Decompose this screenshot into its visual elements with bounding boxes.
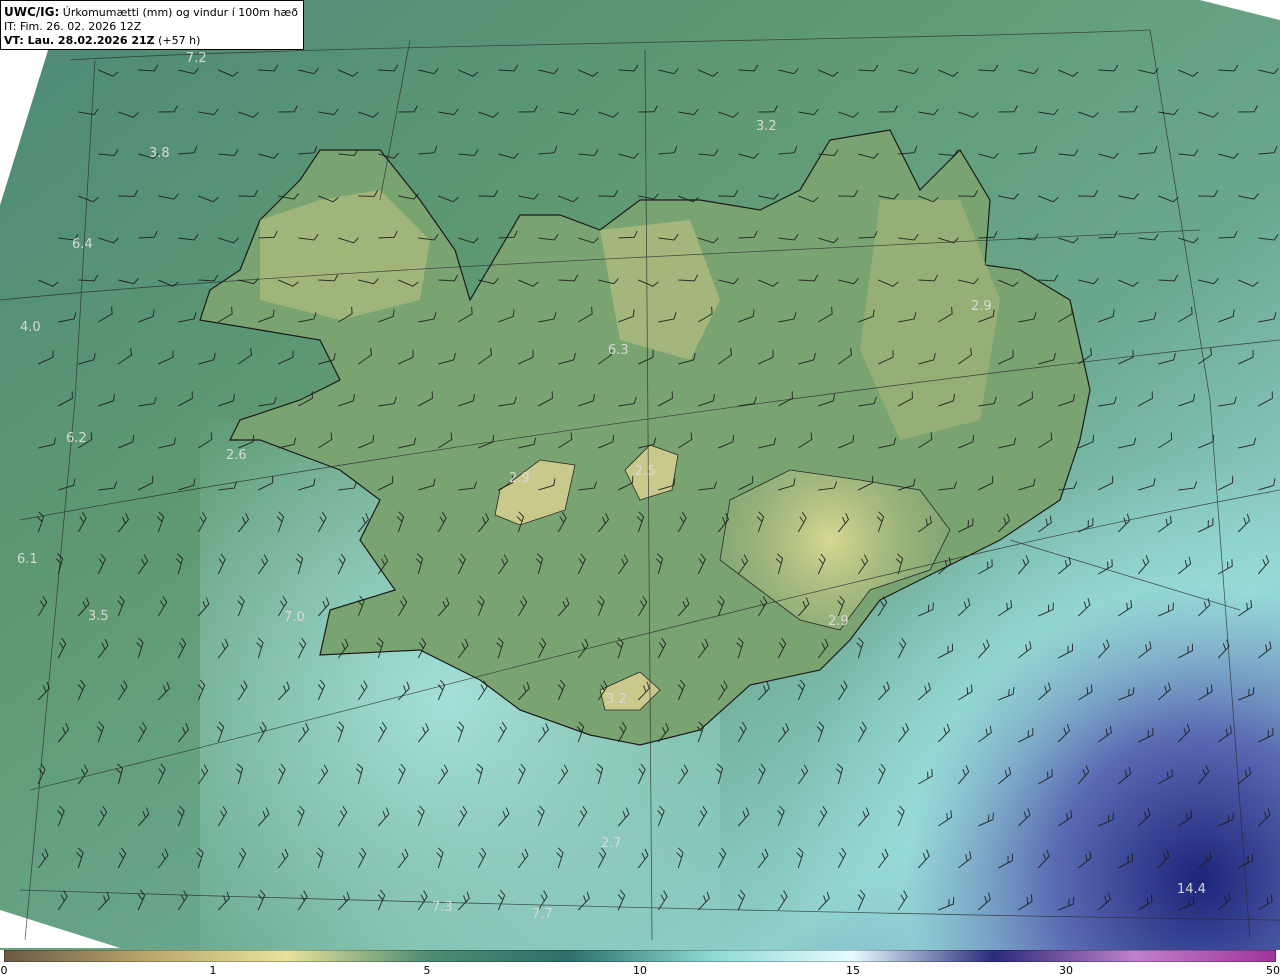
valid-time-line: VT: Lau. 28.02.2026 21Z (+57 h) [4, 34, 300, 48]
precip-value-label: 6.4 [72, 237, 93, 252]
precip-value-label: 7.7 [532, 907, 553, 922]
precip-value-label: 2.9 [509, 471, 530, 486]
precip-value-label: 6.3 [608, 343, 629, 358]
colorbar: 0 1 5 10 15 30 50 [0, 950, 1280, 978]
precip-value-label: 3.5 [88, 609, 109, 624]
precip-value-label: 14.4 [1177, 882, 1206, 897]
precip-value-label: 2.7 [601, 836, 622, 851]
colorbar-tick-label: 5 [423, 964, 431, 977]
colorbar-tick-label: 10 [633, 964, 647, 977]
lead-time: (+57 h) [158, 34, 201, 47]
precip-value-label: 7.2 [186, 51, 207, 66]
precip-value-label: 3.8 [149, 146, 170, 161]
init-time: IT: Fim. 26. 02. 2026 12Z [4, 20, 142, 33]
precip-value-label: 4.0 [20, 320, 41, 335]
precip-value-label: 7.3 [432, 900, 453, 915]
colorbar-strip [4, 950, 1276, 962]
precip-value-label: 3.2 [756, 119, 777, 134]
precip-value-label: 2.6 [226, 448, 247, 463]
map-title-box: UWC/IG: Úrkomumætti (mm) og vindur í 100… [0, 0, 304, 50]
colorbar-tick-label: 1 [209, 964, 217, 977]
precip-value-label: 2.9 [971, 299, 992, 314]
precip-value-label: 7.0 [284, 610, 305, 625]
colorbar-tick-label: 30 [1059, 964, 1073, 977]
colorbar-tick-label: 50 [1266, 964, 1280, 977]
colorbar-tick-label: 0 [0, 964, 8, 977]
title-line-product: UWC/IG: Úrkomumætti (mm) og vindur í 100… [4, 5, 300, 20]
precip-value-label: 2.5 [635, 464, 656, 479]
product-code: UWC/IG: [4, 5, 60, 19]
colorbar-gradient [4, 950, 1276, 962]
valid-time: VT: Lau. 28.02.2026 21Z [4, 34, 155, 47]
precip-value-label: 6.2 [66, 431, 87, 446]
precipitation-wind-map: 7.2 3.2 3.8 6.4 4.0 6.2 6.1 3.5 7.0 2.9 6.3 2.9 2.5 2… [0, 0, 1280, 950]
precip-value-label: 6.1 [17, 552, 38, 567]
colorbar-tick-label: 15 [846, 964, 860, 977]
variable-description: Úrkomumætti (mm) og vindur í 100m hæð [62, 6, 298, 19]
precip-value-label: 2.9 [828, 614, 849, 629]
precip-value-label: 3.2 [606, 692, 627, 707]
